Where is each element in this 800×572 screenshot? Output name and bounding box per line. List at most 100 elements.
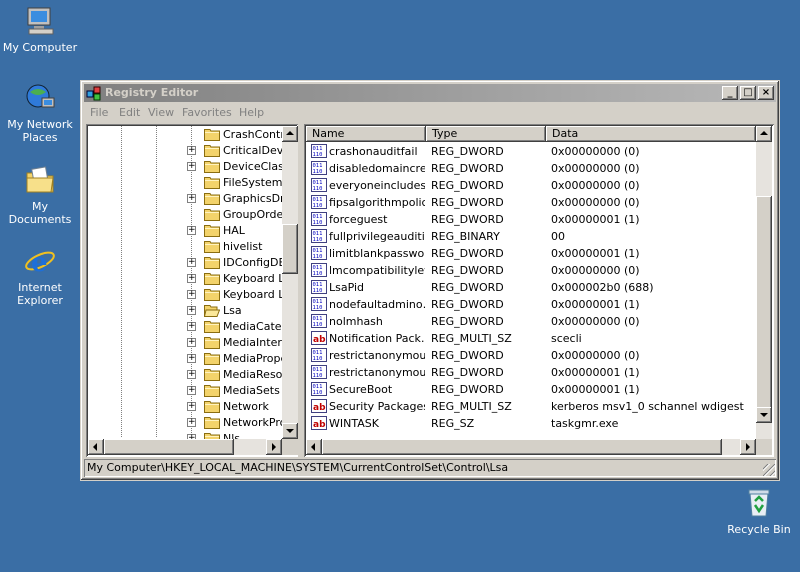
scroll-thumb[interactable] xyxy=(104,439,234,455)
tree-node[interactable]: + HAL xyxy=(86,223,286,239)
tree-node[interactable]: CrashControl xyxy=(86,127,294,143)
minimize-button[interactable]: _ xyxy=(722,86,738,100)
expand-toggle-icon[interactable]: + xyxy=(187,370,196,379)
registry-value-row[interactable]: ab Notification Pack… REG_MULTI_SZ scecli xyxy=(306,330,756,347)
tree-vertical-scrollbar[interactable] xyxy=(282,126,298,439)
list-horizontal-scrollbar[interactable] xyxy=(306,439,756,455)
tree-node[interactable]: +Keyboard Layout xyxy=(86,271,298,287)
scroll-up-button[interactable] xyxy=(282,126,298,142)
scroll-right-button[interactable] xyxy=(740,439,756,455)
expand-toggle-icon[interactable]: + xyxy=(187,354,196,363)
menu-help[interactable]: Help xyxy=(239,106,264,119)
title-bar[interactable]: Registry Editor _ □ × xyxy=(84,84,776,102)
registry-tree[interactable]: CrashControl+CriticalDeviceDatabase+Devi… xyxy=(86,124,298,457)
menu-favorites[interactable]: Favorites xyxy=(182,106,232,119)
registry-value-row[interactable]: 011110everyoneincludes… REG_DWORD 0x000000… xyxy=(306,177,756,194)
expand-toggle-icon[interactable]: + xyxy=(187,306,196,315)
tree-node[interactable]: +NetworkProvider xyxy=(86,415,298,431)
expand-toggle-icon[interactable]: + xyxy=(187,274,196,283)
scroll-down-button[interactable] xyxy=(756,407,772,423)
registry-value-row[interactable]: ab Security Packages REG_MULTI_SZ kerberos … xyxy=(306,398,756,415)
desktop-icon-internet-explorer[interactable]: e Internet Explorer xyxy=(0,245,80,307)
registry-value-row[interactable]: 011 110 crashonauditfail REG_DWORD 0x0000000… xyxy=(306,143,756,160)
scroll-thumb[interactable] xyxy=(282,224,298,274)
tree-node-label: FileSystem xyxy=(223,176,283,189)
desktop-icon-my-computer[interactable]: My Computer xyxy=(0,5,80,54)
registry-value-row[interactable]: 011110restrictanonymou… REG_DWORD 0x000000… xyxy=(306,364,756,381)
menu-view[interactable]: View xyxy=(148,106,174,119)
column-header-name[interactable]: Name xyxy=(306,126,426,142)
expand-toggle-icon[interactable]: + xyxy=(187,194,196,203)
status-bar: My Computer\HKEY_LOCAL_MACHINE\SYSTEM\Cu… xyxy=(84,459,776,477)
expand-toggle-icon[interactable]: + xyxy=(187,402,196,411)
value-data: 0x00000000 (0) xyxy=(551,162,640,175)
scroll-thumb[interactable] xyxy=(322,439,722,455)
expand-toggle-icon[interactable]: + xyxy=(187,162,196,171)
close-button[interactable]: × xyxy=(758,86,774,100)
registry-value-row[interactable]: 011110disabledomaincreds REG_DWORD 0x00000… xyxy=(306,160,756,177)
tree-node[interactable]: +CriticalDeviceDatabase xyxy=(86,143,298,159)
registry-value-row[interactable]: 011 110 SecureBoot REG_DWORD 0x00000001 (1) xyxy=(306,381,756,398)
tree-node[interactable]: + MediaSets xyxy=(86,383,286,399)
tree-horizontal-scrollbar[interactable] xyxy=(88,439,282,455)
expand-toggle-icon[interactable]: + xyxy=(187,290,196,299)
desktop-icon-my-documents[interactable]: My Documents xyxy=(0,164,80,226)
scroll-thumb[interactable] xyxy=(756,196,772,421)
scroll-up-button[interactable] xyxy=(756,126,772,142)
list-vertical-scrollbar[interactable] xyxy=(756,126,772,439)
tree-node[interactable]: FileSystem xyxy=(86,175,286,191)
registry-value-row[interactable]: 011110limitblankpasswor… REG_DWORD 0x00000… xyxy=(306,245,756,262)
scroll-left-button[interactable] xyxy=(306,439,322,455)
tree-node[interactable]: hivelist xyxy=(86,239,286,255)
pane-splitter[interactable] xyxy=(298,124,304,457)
tree-node[interactable]: + Network xyxy=(86,399,286,415)
registry-value-row[interactable]: 011 110 restrictanonymous REG_DWORD 0x000000… xyxy=(306,347,756,364)
registry-value-row[interactable]: 011110fullprivilegeauditing REG_BINARY 00 xyxy=(306,228,756,245)
registry-value-row[interactable]: 011 110 LsaPid REG_DWORD 0x000002b0 (688) xyxy=(306,279,756,296)
desktop-icon-recycle-bin[interactable]: Recycle Bin xyxy=(719,487,799,536)
computer-icon xyxy=(24,5,56,37)
expand-toggle-icon[interactable]: + xyxy=(187,226,196,235)
scroll-left-button[interactable] xyxy=(88,439,104,455)
expand-toggle-icon[interactable]: + xyxy=(187,146,196,155)
value-name: nolmhash xyxy=(329,315,383,328)
menu-edit[interactable]: Edit xyxy=(119,106,140,119)
resize-grip-icon[interactable] xyxy=(763,464,775,476)
value-data: 0x00000001 (1) xyxy=(551,298,640,311)
tree-node[interactable]: +Keyboard Layouts xyxy=(86,287,298,303)
scroll-down-button[interactable] xyxy=(282,423,298,439)
registry-editor-window[interactable]: Registry Editor _ □ × File Edit View Fav… xyxy=(80,80,780,481)
tree-node[interactable]: + Lsa xyxy=(86,303,286,319)
documents-folder-icon xyxy=(24,164,56,196)
registry-values-list[interactable]: Name Type Data 011 110 crashonauditfail REG… xyxy=(304,124,774,457)
maximize-button[interactable]: □ xyxy=(740,86,756,100)
expand-toggle-icon[interactable]: + xyxy=(187,418,196,427)
binary-value-icon: 011 110 xyxy=(311,382,327,396)
registry-value-row[interactable]: 011 110 fipsalgorithmpolicy REG_DWORD 0x0000… xyxy=(306,194,756,211)
registry-value-row[interactable]: 011 110 nolmhash REG_DWORD 0x00000000 (0) xyxy=(306,313,756,330)
column-header-data[interactable]: Data xyxy=(546,126,756,142)
tree-node[interactable]: +MediaInterfaces xyxy=(86,335,298,351)
tree-node[interactable]: GroupOrderList xyxy=(86,207,298,223)
svg-text:e: e xyxy=(31,248,48,277)
expand-toggle-icon[interactable]: + xyxy=(187,338,196,347)
registry-value-row[interactable]: 011 110 forceguest REG_DWORD 0x00000001 (1) xyxy=(306,211,756,228)
desktop-icon-my-network-places[interactable]: My Network Places xyxy=(0,82,80,144)
registry-value-row[interactable]: ab WINTASK REG_SZ taskgmr.exe xyxy=(306,415,756,432)
expand-toggle-icon[interactable]: + xyxy=(187,258,196,267)
binary-value-icon: 011 110 xyxy=(311,212,327,226)
tree-node[interactable]: +GraphicsDrivers xyxy=(86,191,298,207)
tree-node[interactable]: +MediaResources xyxy=(86,367,298,383)
column-header-type[interactable]: Type xyxy=(426,126,546,142)
expand-toggle-icon[interactable]: + xyxy=(187,322,196,331)
tree-node[interactable]: +MediaProperties xyxy=(86,351,298,367)
value-type: REG_DWORD xyxy=(431,264,504,277)
tree-node[interactable]: + DeviceClasses xyxy=(86,159,298,175)
tree-node[interactable]: + IDConfigDB xyxy=(86,255,286,271)
registry-value-row[interactable]: 011110lmcompatibilitylevel REG_DWORD 0x000… xyxy=(306,262,756,279)
menu-file[interactable]: File xyxy=(90,106,108,119)
registry-value-row[interactable]: 011 110 nodefaultadmino… REG_DWORD 0x0000000… xyxy=(306,296,756,313)
expand-toggle-icon[interactable]: + xyxy=(187,386,196,395)
scroll-right-button[interactable] xyxy=(266,439,282,455)
tree-node[interactable]: +MediaCategories xyxy=(86,319,298,335)
